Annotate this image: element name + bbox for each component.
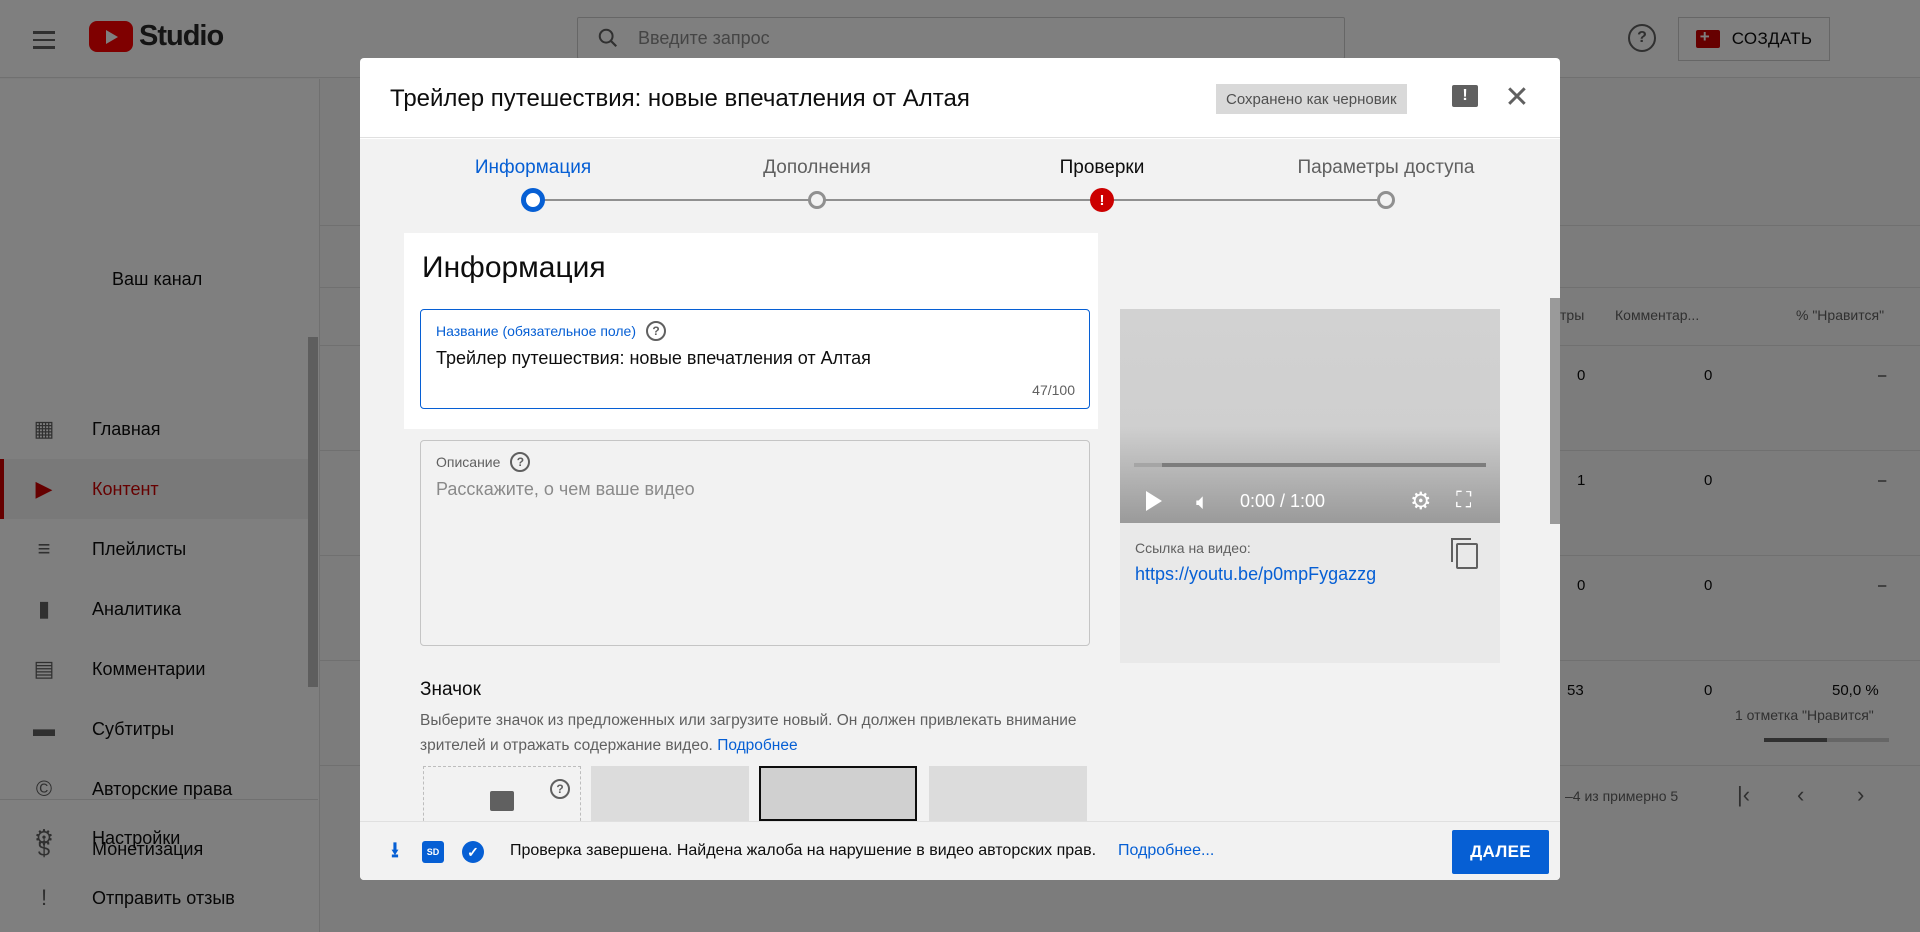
dialog-footer: ⭳ SD ✓ Проверка завершена. Найдена жалоб…: [360, 821, 1560, 880]
video-player[interactable]: 🔈︎ 0:00 / 1:00 ⚙ ⛶: [1120, 309, 1500, 523]
thumbnail-option[interactable]: [591, 766, 749, 821]
step-dot-extras[interactable]: [808, 191, 826, 209]
close-icon[interactable]: ✕: [1500, 80, 1534, 114]
video-progress-track[interactable]: [1134, 463, 1486, 467]
dialog-title: Трейлер путешествия: новые впечатления о…: [390, 85, 970, 112]
thumbnail-title: Значок: [420, 679, 481, 700]
thumbnail-option[interactable]: [929, 766, 1087, 821]
video-link-label: Ссылка на видео:: [1135, 540, 1251, 556]
status-more-link[interactable]: Подробнее...: [1118, 842, 1214, 860]
upload-thumbnail-button[interactable]: ?: [423, 766, 581, 826]
description-label-text: Описание: [436, 454, 501, 470]
thumbnail-more-link[interactable]: Подробнее: [717, 737, 797, 754]
help-icon[interactable]: ?: [550, 779, 570, 799]
next-button[interactable]: ДАЛЕЕ: [1452, 830, 1549, 874]
status-message: Проверка завершена. Найдена жалоба на на…: [510, 842, 1097, 859]
checks-complete-icon[interactable]: ✓: [462, 841, 484, 863]
dialog-header: Трейлер путешествия: новые впечатления о…: [360, 58, 1560, 138]
play-icon[interactable]: [1146, 491, 1162, 511]
step-information[interactable]: Информация: [475, 157, 591, 179]
video-link[interactable]: https://youtu.be/p0mpFygazzg: [1135, 564, 1376, 585]
copy-icon[interactable]: [1451, 538, 1478, 569]
feedback-icon[interactable]: !: [1452, 85, 1478, 107]
video-preview-card: 🔈︎ 0:00 / 1:00 ⚙ ⛶ Ссылка на видео: http…: [1120, 309, 1500, 663]
stepper-line: [533, 199, 1385, 201]
step-extras[interactable]: Дополнения: [763, 157, 871, 179]
step-dot-information[interactable]: [521, 188, 545, 212]
video-details-dialog: Трейлер путешествия: новые впечатления о…: [360, 58, 1560, 880]
step-dot-visibility[interactable]: [1377, 191, 1395, 209]
dialog-scrollbar[interactable]: [1550, 298, 1560, 524]
step-checks[interactable]: Проверки: [1060, 157, 1145, 179]
title-input[interactable]: Трейлер путешествия: новые впечатления о…: [436, 348, 871, 369]
help-icon[interactable]: ?: [646, 321, 666, 341]
add-image-icon: [490, 791, 514, 811]
draft-status-badge: Сохранено как черновик: [1216, 84, 1407, 114]
thumbnail-description: Выберите значок из предложенных или загр…: [420, 708, 1090, 758]
video-controls: 🔈︎ 0:00 / 1:00 ⚙ ⛶: [1120, 481, 1500, 521]
section-title: Информация: [422, 251, 606, 284]
video-time: 0:00 / 1:00: [1240, 491, 1326, 511]
description-label: Описание ?: [436, 452, 531, 472]
settings-gear-icon[interactable]: ⚙: [1410, 487, 1432, 516]
description-field[interactable]: Описание ? Расскажите, о чем ваше видео: [420, 440, 1090, 646]
upload-stepper: Информация Дополнения Проверки Параметры…: [360, 139, 1560, 231]
fullscreen-icon[interactable]: ⛶: [1456, 487, 1471, 513]
description-input[interactable]: Расскажите, о чем ваше видео: [436, 479, 695, 500]
help-icon[interactable]: ?: [510, 452, 531, 472]
information-section: Информация Название (обязательное поле) …: [404, 233, 1098, 429]
title-label-text: Название (обязательное поле): [436, 323, 636, 339]
step-visibility[interactable]: Параметры доступа: [1298, 157, 1475, 179]
title-field-label: Название (обязательное поле) ?: [436, 321, 666, 341]
volume-icon[interactable]: 🔈︎: [1196, 489, 1209, 515]
sd-processing-icon[interactable]: SD: [422, 841, 444, 863]
upload-status-icon[interactable]: ⭳: [384, 837, 406, 863]
title-field[interactable]: Название (обязательное поле) ? Трейлер п…: [420, 309, 1090, 409]
video-buffer-fill: [1134, 463, 1162, 467]
warning-icon[interactable]: !: [1090, 188, 1114, 212]
thumbnail-option-selected[interactable]: [759, 766, 917, 821]
title-char-counter: 47/100: [1032, 382, 1075, 398]
